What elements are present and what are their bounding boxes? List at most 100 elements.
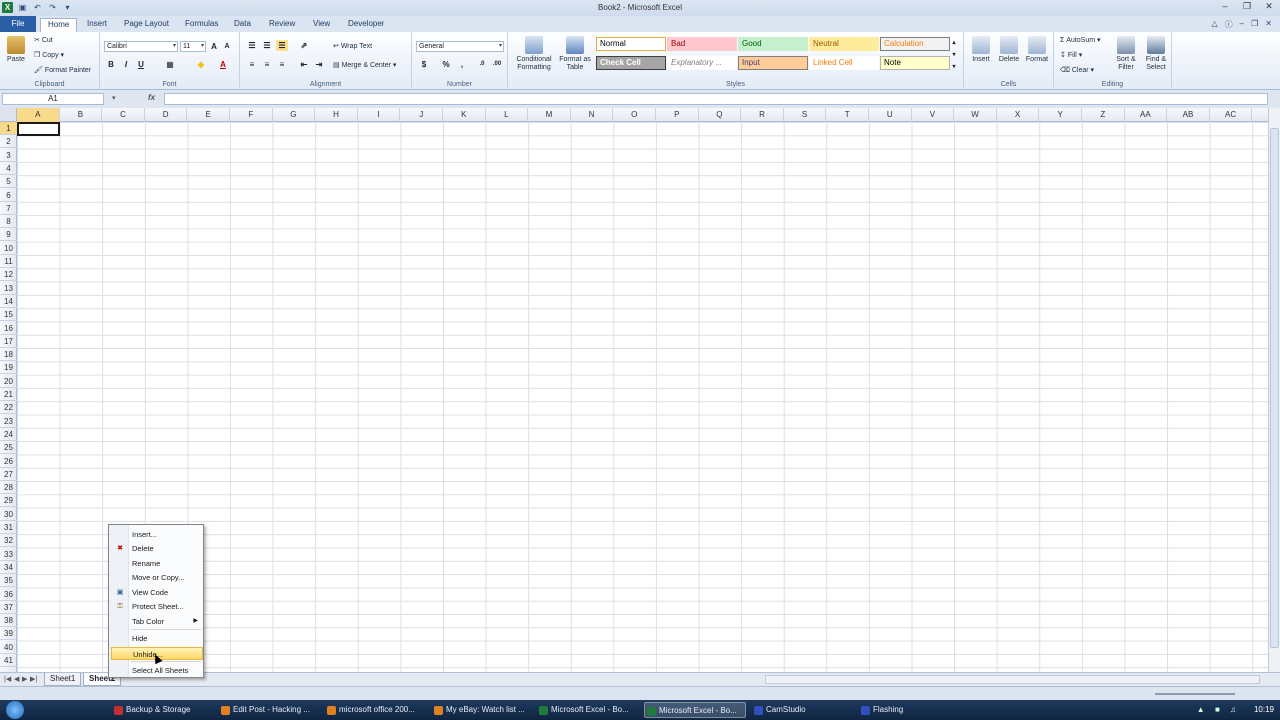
find-select-button[interactable]: Find & Select — [1142, 36, 1170, 72]
format-as-table-button[interactable]: Format as Table — [558, 36, 592, 72]
cancel-entry-icon[interactable]: ▾ — [112, 94, 116, 102]
column-header[interactable]: Q — [699, 108, 742, 122]
align-top-icon[interactable]: ☰ — [246, 40, 258, 51]
row-header[interactable]: 14 — [0, 295, 17, 308]
doc-minimize-icon[interactable]: – — [1240, 19, 1244, 30]
row-header[interactable]: 13 — [0, 282, 17, 295]
italic-button[interactable]: I — [120, 59, 132, 70]
row-header[interactable]: 6 — [0, 189, 17, 202]
column-header[interactable]: K — [443, 108, 486, 122]
shrink-font-icon[interactable]: A — [221, 41, 233, 52]
row-header[interactable]: 1 — [0, 122, 17, 135]
tab-file[interactable]: File — [0, 16, 36, 32]
vertical-scroll-thumb[interactable] — [1270, 128, 1279, 648]
prev-sheet-icon[interactable]: ◀ — [14, 675, 19, 683]
row-header[interactable]: 34 — [0, 561, 17, 574]
column-header[interactable]: M — [528, 108, 571, 122]
align-center-icon[interactable]: ≡ — [261, 59, 273, 70]
row-header[interactable]: 38 — [0, 614, 17, 628]
bold-button[interactable]: B — [105, 59, 117, 70]
underline-button[interactable]: U — [135, 59, 147, 70]
orientation-icon[interactable]: ⇗ — [298, 40, 310, 51]
row-header[interactable]: 2 — [0, 135, 17, 149]
menu-item-protect-sheet[interactable]: ⚿ Protect Sheet... — [111, 600, 203, 613]
taskbar-button[interactable]: Flashing — [859, 702, 961, 718]
column-header[interactable]: C — [102, 108, 145, 122]
decrease-indent-icon[interactable]: ⇤ — [298, 59, 310, 70]
row-header[interactable]: 23 — [0, 415, 17, 428]
align-bottom-icon[interactable]: ☰ — [276, 40, 288, 51]
column-header[interactable]: O — [613, 108, 656, 122]
menu-item-select-all-sheets[interactable]: Select All Sheets — [111, 664, 203, 677]
increase-decimal-icon[interactable]: .0 — [476, 59, 488, 70]
cell-style-neutral[interactable]: Neutral — [809, 37, 879, 51]
first-sheet-icon[interactable]: |◀ — [4, 675, 11, 683]
row-header[interactable]: 11 — [0, 255, 17, 268]
column-header[interactable]: W — [954, 108, 997, 122]
column-header[interactable]: AA — [1125, 108, 1168, 122]
autosum-button[interactable]: Σ AutoSum ▾ — [1060, 36, 1101, 44]
tab-formulas[interactable]: Formulas — [178, 18, 225, 32]
comma-icon[interactable]: , — [456, 59, 468, 70]
column-header[interactable]: I — [358, 108, 401, 122]
font-color-icon[interactable]: A — [217, 59, 229, 70]
menu-item-view-code[interactable]: ▣ View Code — [111, 586, 203, 599]
cell-style-bad[interactable]: Bad — [667, 37, 737, 51]
row-header[interactable]: 26 — [0, 455, 17, 468]
row-header[interactable]: 33 — [0, 548, 17, 561]
row-header[interactable]: 20 — [0, 375, 17, 388]
doc-restore-icon[interactable]: ❐ — [1251, 19, 1258, 30]
decrease-decimal-icon[interactable]: .00 — [491, 59, 503, 70]
format-painter-button[interactable]: 🖌 Format Painter — [34, 66, 91, 74]
name-box[interactable]: A1 — [2, 93, 104, 105]
row-header[interactable]: 5 — [0, 175, 17, 189]
taskbar-button[interactable]: My eBay: Watch list ... — [432, 702, 534, 718]
start-button[interactable] — [6, 701, 24, 719]
gallery-up-icon[interactable]: ▴ — [948, 38, 960, 49]
row-header[interactable]: 18 — [0, 348, 17, 362]
grow-font-icon[interactable]: A — [208, 41, 220, 52]
vertical-scrollbar[interactable] — [1268, 108, 1280, 672]
column-header[interactable]: S — [784, 108, 827, 122]
cell-style-explanatory[interactable]: Explanatory ... — [667, 56, 737, 70]
align-right-icon[interactable]: ≡ — [276, 59, 288, 70]
column-header[interactable]: Y — [1039, 108, 1082, 122]
column-header[interactable]: H — [315, 108, 358, 122]
doc-close-icon[interactable]: ✕ — [1265, 19, 1272, 30]
fill-button[interactable]: ↧ Fill ▾ — [1060, 51, 1082, 59]
sheet-tab-sheet1[interactable]: Sheet1 — [44, 673, 82, 686]
row-header[interactable]: 30 — [0, 508, 17, 521]
taskbar-button[interactable]: CamStudio — [752, 702, 854, 718]
format-cells-button[interactable]: Format — [1024, 36, 1050, 64]
row-header[interactable]: 32 — [0, 534, 17, 548]
row-header[interactable]: 22 — [0, 401, 17, 415]
row-header[interactable]: 16 — [0, 322, 17, 335]
align-left-icon[interactable]: ≡ — [246, 59, 258, 70]
conditional-formatting-button[interactable]: Conditional Formatting — [512, 36, 556, 72]
increase-indent-icon[interactable]: ⇥ — [313, 59, 325, 70]
menu-item-tab-color[interactable]: Tab Color ▶ — [111, 615, 203, 628]
cell-style-check-cell[interactable]: Check Cell — [596, 56, 666, 70]
row-header[interactable]: 29 — [0, 494, 17, 508]
row-header[interactable]: 4 — [0, 162, 17, 175]
select-all-button[interactable] — [0, 108, 17, 122]
minimize-icon[interactable]: – — [1218, 1, 1232, 12]
cell-style-calculation[interactable]: Calculation — [880, 37, 950, 51]
row-header[interactable]: 35 — [0, 574, 17, 588]
column-header[interactable]: J — [400, 108, 443, 122]
tab-data[interactable]: Data — [227, 18, 258, 32]
formula-input[interactable] — [164, 93, 1268, 105]
menu-item-move-or-copy[interactable]: Move or Copy... — [111, 571, 203, 584]
column-header[interactable]: Z — [1082, 108, 1125, 122]
column-header[interactable]: R — [741, 108, 784, 122]
row-header[interactable]: 19 — [0, 361, 17, 375]
menu-item-rename[interactable]: Rename — [111, 557, 203, 570]
clock[interactable]: 10:19 — [1254, 705, 1274, 714]
insert-cells-button[interactable]: Insert — [968, 36, 994, 64]
column-header[interactable]: E — [187, 108, 230, 122]
clear-button[interactable]: ⌫ Clear ▾ — [1060, 66, 1094, 74]
column-header[interactable]: V — [912, 108, 955, 122]
row-header[interactable]: 21 — [0, 388, 17, 401]
sort-filter-button[interactable]: Sort & Filter — [1112, 36, 1140, 72]
column-header[interactable]: D — [145, 108, 188, 122]
